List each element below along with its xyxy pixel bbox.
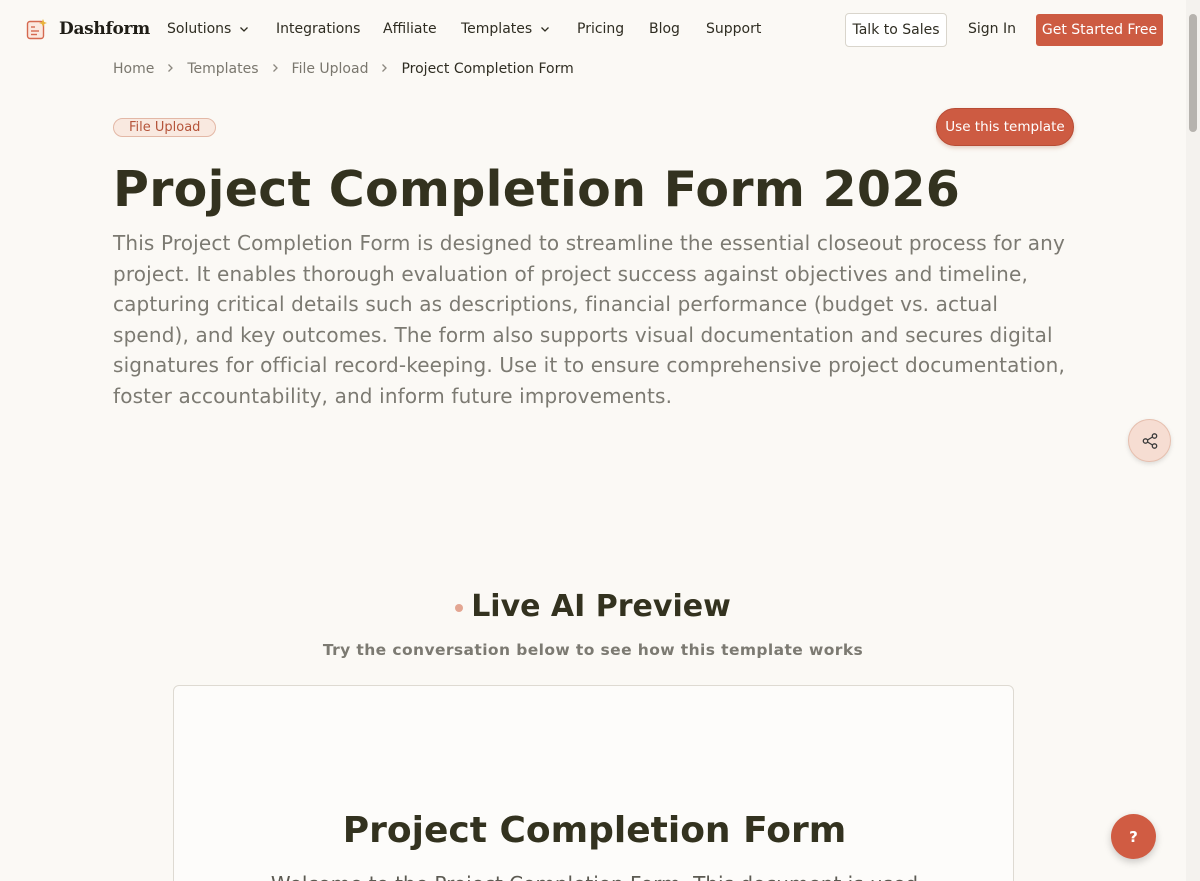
category-tag[interactable]: File Upload (113, 118, 217, 137)
breadcrumb: Home Templates File Upload Project Compl… (113, 61, 574, 77)
nav-label: Pricing (577, 21, 625, 37)
nav-solutions[interactable]: Solutions (167, 21, 249, 37)
chevron-right-icon (381, 62, 388, 77)
breadcrumb-home[interactable]: Home (113, 61, 154, 77)
nav-support[interactable]: Support (706, 21, 761, 37)
scrollbar-track[interactable] (1186, 0, 1200, 881)
nav-affiliate[interactable]: Affiliate (383, 21, 437, 37)
share-button[interactable] (1128, 419, 1171, 462)
logo-icon (26, 18, 48, 40)
use-template-button[interactable]: Use this template (936, 108, 1074, 146)
chevron-right-icon (167, 62, 174, 77)
status-dot (455, 603, 464, 612)
preview-heading: Live AI Preview (0, 589, 1186, 624)
breadcrumb-current: Project Completion Form (401, 61, 574, 77)
top-nav: Dashform Solutions Integrations Affiliat… (0, 0, 1186, 60)
nav-pricing[interactable]: Pricing (577, 21, 624, 37)
form-title: Project Completion Form (342, 810, 847, 851)
scrollbar-thumb[interactable] (1189, 14, 1197, 132)
preview-title: Live AI Preview (471, 589, 731, 624)
brand-name: Dashform (59, 19, 150, 39)
nav-templates[interactable]: Templates (461, 21, 550, 37)
form-welcome-text: Welcome to the Project Completion Form. … (174, 872, 1015, 881)
nav-integrations[interactable]: Integrations (276, 21, 360, 37)
nav-label: Affiliate (383, 21, 437, 37)
preview-subtitle: Try the conversation below to see how th… (322, 641, 864, 659)
help-button[interactable]: ? (1111, 814, 1156, 859)
preview-card[interactable]: Project Completion Form Welcome to the P… (173, 685, 1014, 881)
get-started-button[interactable]: Get Started Free (1036, 14, 1163, 46)
page-description: This Project Completion Form is designed… (113, 231, 1065, 408)
brand-logo[interactable]: Dashform (26, 18, 150, 40)
breadcrumb-file-upload[interactable]: File Upload (292, 61, 369, 77)
nav-label: Solutions (167, 21, 232, 37)
nav-label: Templates (461, 21, 533, 37)
page-title: Project Completion Form 2026 (113, 161, 961, 218)
chevron-down-icon (240, 27, 249, 32)
chevron-down-icon (541, 27, 550, 32)
breadcrumb-templates[interactable]: Templates (187, 61, 258, 77)
nav-label: Support (706, 21, 762, 37)
nav-label: Integrations (276, 21, 361, 37)
sign-in-link[interactable]: Sign In (968, 21, 1016, 37)
nav-label: Blog (649, 21, 680, 37)
chevron-right-icon (272, 62, 279, 77)
nav-blog[interactable]: Blog (649, 21, 680, 37)
talk-to-sales-button[interactable]: Talk to Sales (845, 13, 947, 47)
share-icon (1142, 432, 1157, 449)
